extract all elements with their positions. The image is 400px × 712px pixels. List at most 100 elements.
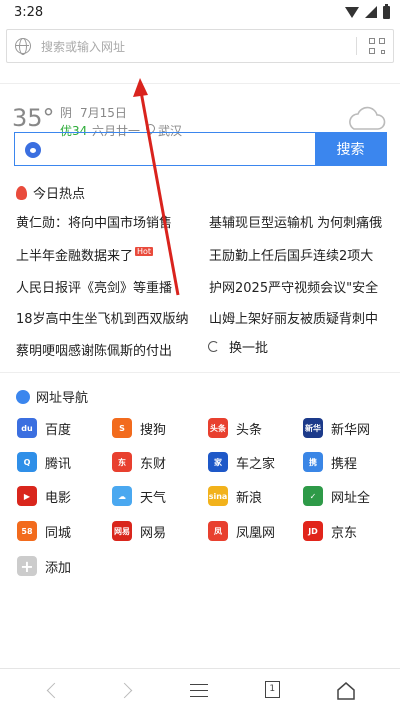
wifi-icon <box>345 6 359 18</box>
baidu-paw-icon <box>25 142 41 158</box>
tabs-button[interactable]: 1 <box>253 676 293 706</box>
weather-condition: 阴 <box>60 106 73 120</box>
search-button[interactable]: 搜索 <box>315 133 386 165</box>
news-item-label[interactable]: 18岁高中生坐飞机到西双版纳 <box>16 312 189 327</box>
nav-site-tencent[interactable]: Q 腾讯 <box>17 452 71 472</box>
nav-site-jd[interactable]: JD 京东 <box>303 521 357 541</box>
forward-button[interactable] <box>107 676 147 706</box>
cloud-icon <box>349 106 386 130</box>
hot-section-title: 今日热点 <box>16 183 85 202</box>
ifeng-icon: 凤 <box>208 521 228 541</box>
nav-site-label: 新华网 <box>331 422 371 438</box>
status-time: 3:28 <box>14 4 44 20</box>
nav-site-label: 新浪 <box>236 490 263 506</box>
globe-icon <box>15 38 31 55</box>
nav-globe-icon <box>16 389 30 404</box>
news-item-label[interactable]: 人民日报评《亮剑》等重播 <box>16 281 172 296</box>
news-item[interactable]: 蔡明哽咽感谢陈佩斯的付出 <box>16 340 192 359</box>
nav-title-label: 网址导航 <box>36 391 89 406</box>
nav-section-title: 网址导航 <box>16 387 88 406</box>
autohome-icon: 家 <box>208 452 228 472</box>
nav-site-58[interactable]: 58 同城 <box>17 521 71 541</box>
nav-site-label: 百度 <box>45 422 72 438</box>
dongcai-icon: 东 <box>112 452 132 472</box>
news-item[interactable]: 王励勤上任后国乒连续2项大 <box>209 245 389 264</box>
news-item-label[interactable]: 护网2025严守视频会议"安全 <box>209 281 378 296</box>
nav-site-toutiao[interactable]: 头条 头条 <box>208 418 262 438</box>
news-item[interactable]: 山姆上架好丽友被质疑背刺中 <box>209 308 389 327</box>
nav-site-ctrip[interactable]: 携携程 <box>303 452 357 472</box>
nav-site-label: 头条 <box>236 422 263 438</box>
news-item-label[interactable]: 蔡明哽咽感谢陈佩斯的付出 <box>16 344 172 359</box>
section-divider <box>0 372 400 373</box>
nav-site-sina[interactable]: sina 新浪 <box>208 486 262 506</box>
baidu-icon: du <box>17 418 37 438</box>
nav-site-label: 天气 <box>140 490 167 506</box>
nav-site-dongcai[interactable]: 东东财 <box>112 452 166 472</box>
nav-site-label: 京东 <box>331 525 358 541</box>
qr-scan-icon[interactable] <box>369 38 385 54</box>
refresh-button[interactable]: 换一批 <box>208 337 268 356</box>
url-bar[interactable]: 搜索或输入网址 <box>6 29 394 63</box>
ctrip-icon: 携 <box>303 452 323 472</box>
xinhua-icon: 新华 <box>303 418 323 438</box>
news-item-label[interactable]: 山姆上架好丽友被质疑背刺中 <box>209 312 378 327</box>
nav-site-weather[interactable]: ☁ 天气 <box>112 486 166 506</box>
nav-site-label: 添加 <box>45 560 72 576</box>
status-bar: 3:28 <box>0 0 400 24</box>
refresh-icon <box>208 341 219 352</box>
nav-site-label: 搜狗 <box>140 422 167 438</box>
news-item-label[interactable]: 王励勤上任后国乒连续2项大 <box>209 249 373 264</box>
nav-site-movie[interactable]: ▶ 电影 <box>17 486 71 506</box>
nav-site-label: 车之家 <box>236 456 276 472</box>
nav-site-xinhua[interactable]: 新华 新华网 <box>303 418 370 438</box>
weather-temp: 35° <box>12 104 55 132</box>
sina-icon: sina <box>208 486 228 506</box>
news-item[interactable]: 人民日报评《亮剑》等重播 <box>16 277 192 296</box>
news-item-label[interactable]: 黄仁勋：将向中国市场销售 <box>16 216 172 231</box>
hot-badge: Hot <box>135 247 154 256</box>
url-all-icon: ✓ <box>303 486 323 506</box>
nav-site-sogou[interactable]: S 搜狗 <box>112 418 166 438</box>
home-icon <box>336 681 355 700</box>
home-button[interactable] <box>326 676 366 706</box>
movie-icon: ▶ <box>17 486 37 506</box>
nav-site-label: 电影 <box>45 490 72 506</box>
nav-site-netease[interactable]: 网易 网易 <box>112 521 166 541</box>
nav-site-label: 东财 <box>140 456 167 472</box>
nav-site-ifeng[interactable]: 凤凤凰网 <box>208 521 275 541</box>
url-divider <box>356 37 357 55</box>
flame-icon <box>16 185 27 200</box>
jd-icon: JD <box>303 521 323 541</box>
url-input[interactable]: 搜索或输入网址 <box>41 38 344 55</box>
search-input[interactable] <box>15 133 315 165</box>
menu-button[interactable] <box>180 676 220 706</box>
nav-site-label: 腾讯 <box>45 456 72 472</box>
nav-site-autohome[interactable]: 家车之家 <box>208 452 275 472</box>
nav-site-add[interactable]: + 添加 <box>17 556 71 576</box>
tencent-icon: Q <box>17 452 37 472</box>
nav-site-label: 凤凰网 <box>236 525 276 541</box>
search-box[interactable]: 搜索 <box>14 132 387 166</box>
forward-arrow-icon <box>116 682 133 698</box>
nav-site-label: 网址全 <box>331 490 371 506</box>
58-icon: 58 <box>17 521 37 541</box>
sogou-icon: S <box>112 418 132 438</box>
status-icons <box>345 3 390 19</box>
news-item[interactable]: 18岁高中生坐飞机到西双版纳 <box>16 308 192 327</box>
weather-icon: ☁ <box>112 486 132 506</box>
news-item-label[interactable]: 上半年金融数据来了 <box>16 249 133 264</box>
nav-site-label: 携程 <box>331 456 358 472</box>
news-item-label[interactable]: 基辅现巨型运输机 为何刺痛俄 <box>209 216 382 231</box>
hot-title-label: 今日热点 <box>33 187 86 202</box>
nav-site-url-all[interactable]: ✓ 网址全 <box>303 486 370 506</box>
netease-icon: 网易 <box>112 521 132 541</box>
news-item[interactable]: 基辅现巨型运输机 为何刺痛俄 <box>209 212 389 231</box>
back-button[interactable] <box>34 676 74 706</box>
news-item[interactable]: 上半年金融数据来了 Hot <box>16 245 192 264</box>
add-icon: + <box>17 556 37 576</box>
news-item[interactable]: 黄仁勋：将向中国市场销售 <box>16 212 192 231</box>
nav-site-baidu[interactable]: du 百度 <box>17 418 71 438</box>
nav-site-label: 网易 <box>140 525 167 541</box>
news-item[interactable]: 护网2025严守视频会议"安全 <box>209 277 389 296</box>
